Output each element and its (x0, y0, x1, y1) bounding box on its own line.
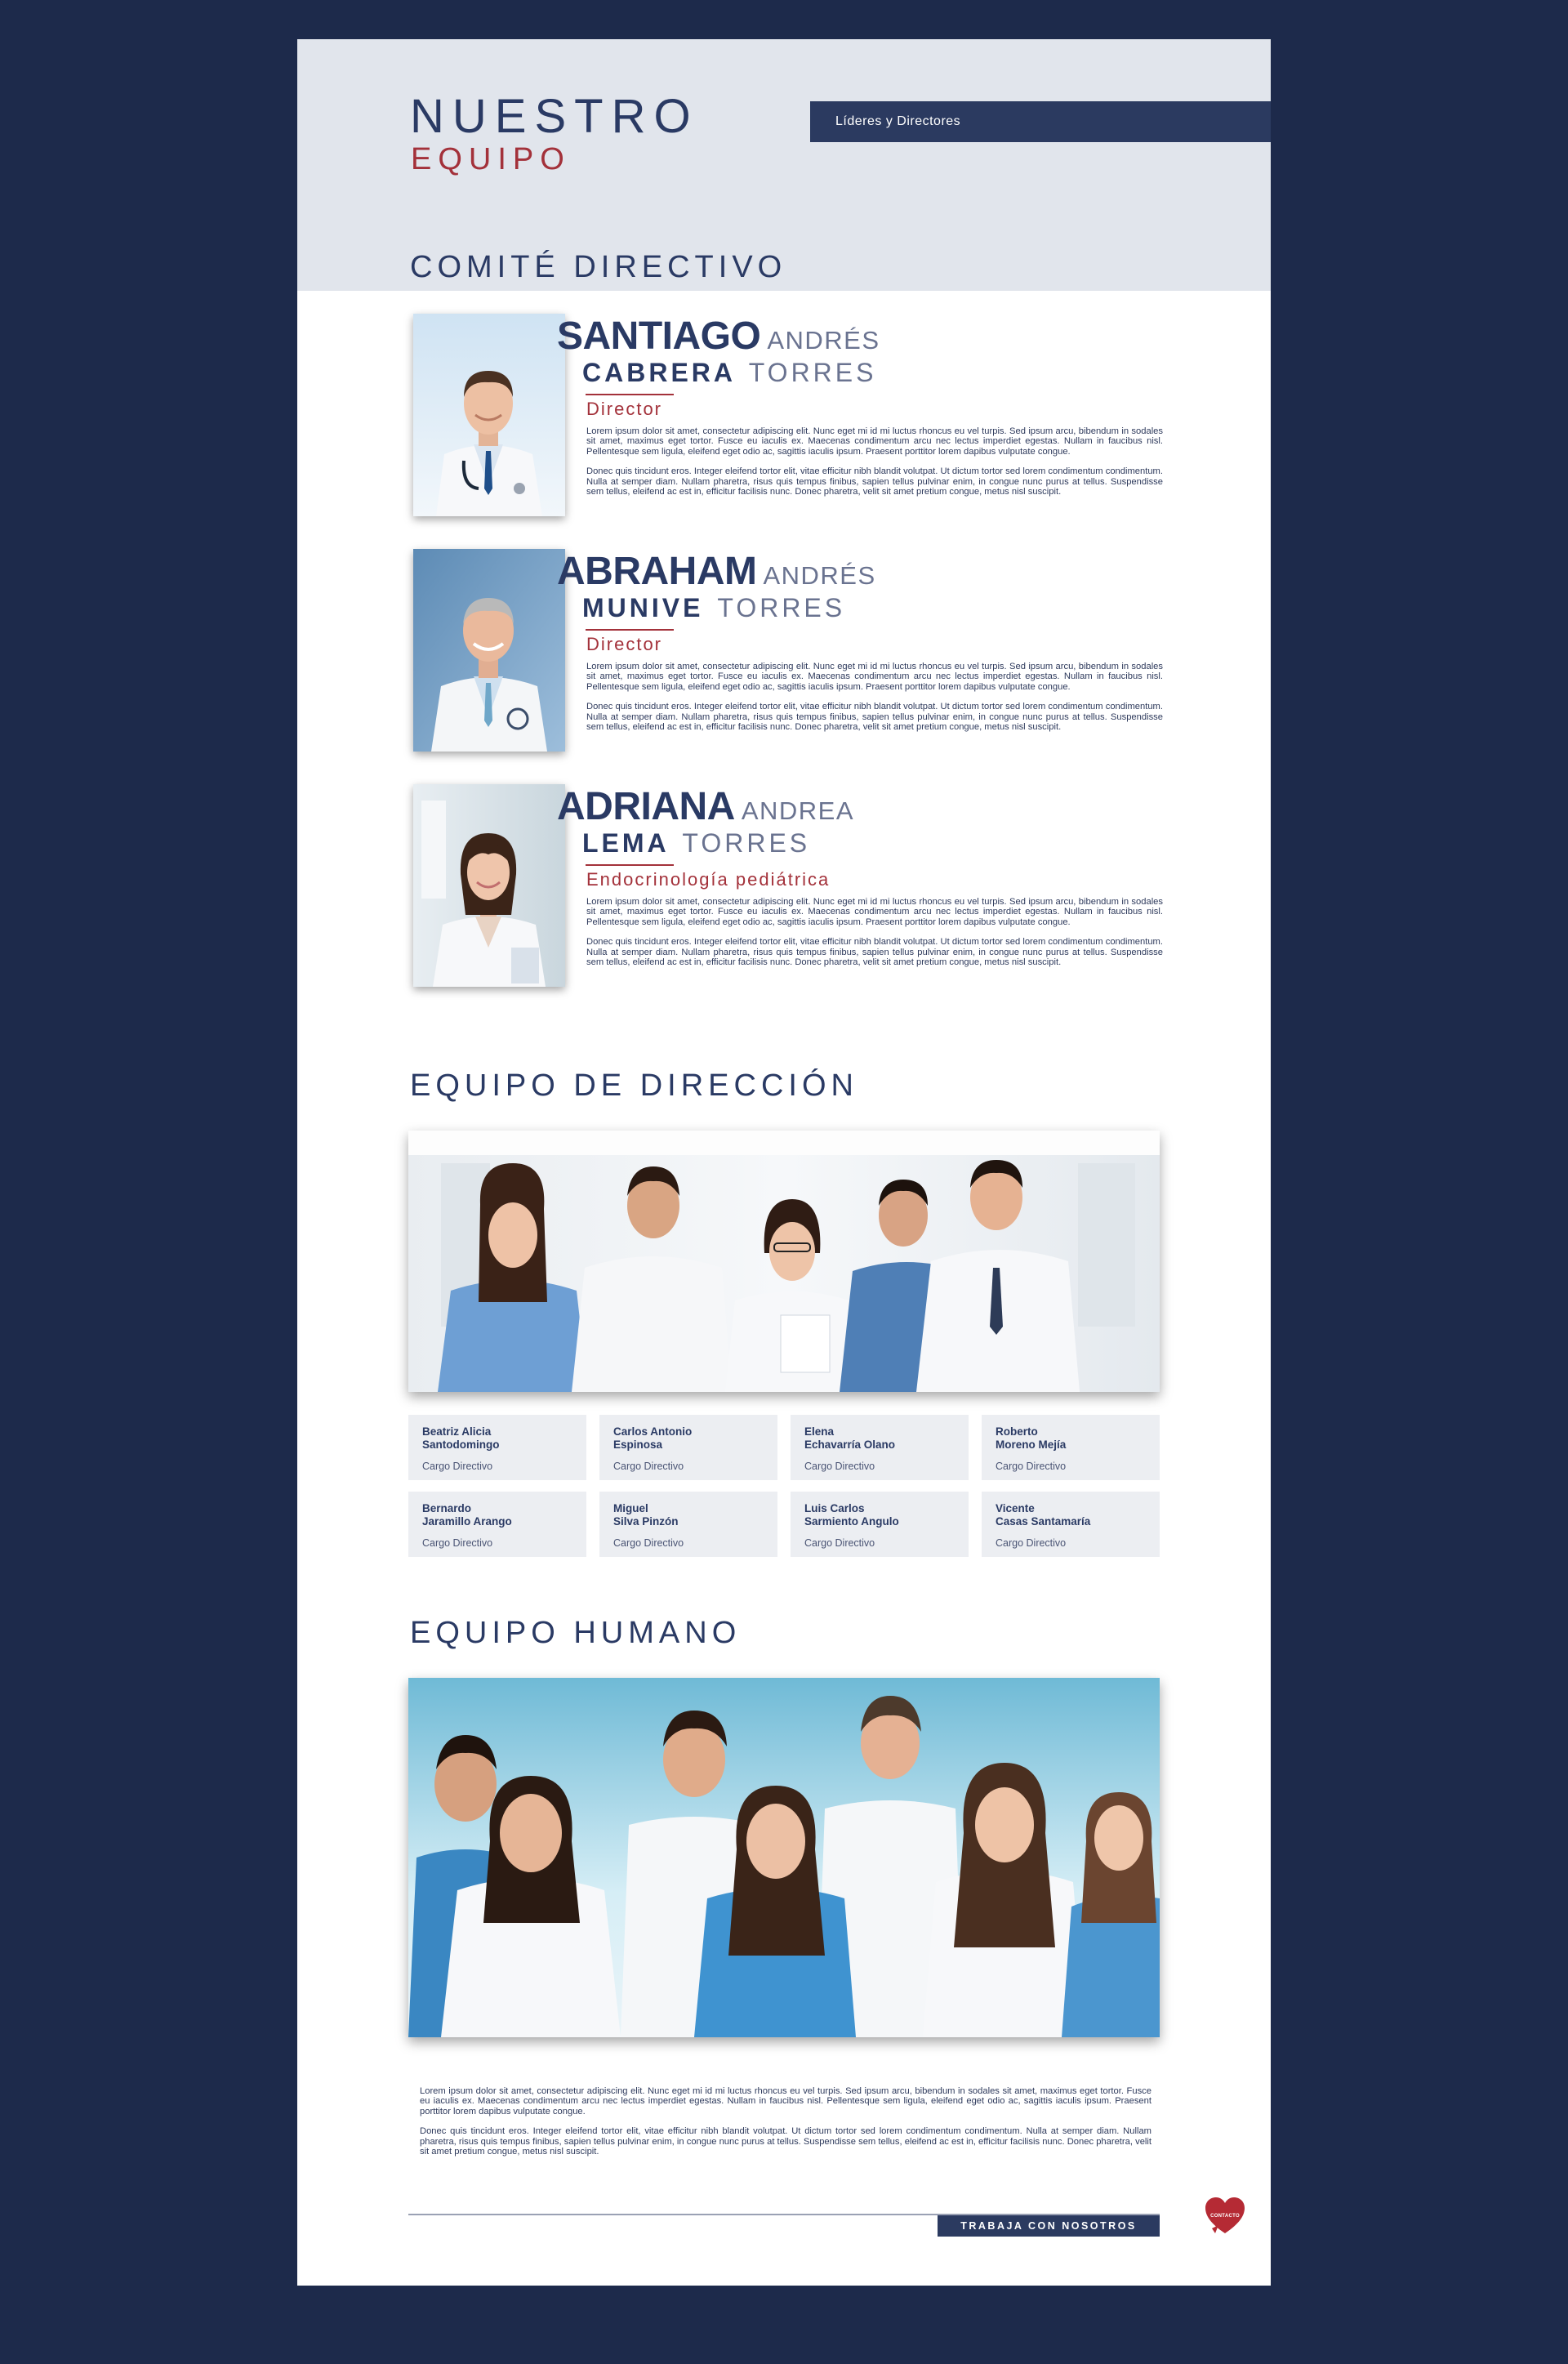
member-bio: Lorem ipsum dolor sit amet, consectetur … (586, 897, 1163, 968)
page-subtitle: EQUIPO (411, 142, 571, 176)
direction-team-photo (408, 1131, 1160, 1392)
role-divider (586, 394, 674, 395)
committee-section-title: COMITÉ DIRECTIVO (410, 250, 787, 284)
human-team-description: Lorem ipsum dolor sit amet, consectetur … (420, 2086, 1152, 2157)
member-surname: MUNIVE TORRES (582, 593, 846, 622)
contact-label[interactable]: CONTACTO (1207, 2214, 1243, 2219)
direction-section-title: EQUIPO DE DIRECCIÓN (410, 1068, 858, 1103)
member-name: ABRAHAM ANDRÉS (557, 550, 876, 593)
work-with-us-button[interactable]: TRABAJA CON NOSOTROS (938, 2215, 1160, 2237)
page-container: NUESTRO EQUIPO Líderes y Directores COMI… (297, 39, 1271, 2286)
human-team-photo (408, 1678, 1160, 2037)
committee-member: SANTIAGO ANDRÉS CABRERA TORRES Director L… (413, 314, 1163, 523)
team-card: Beatriz Alicia Santodomingo Cargo Direct… (408, 1415, 586, 1480)
team-card: Bernardo Jaramillo Arango Cargo Directiv… (408, 1492, 586, 1557)
member-bio: Lorem ipsum dolor sit amet, consectetur … (586, 662, 1163, 733)
member-role: Director (586, 634, 663, 654)
member-name: ADRIANA ANDREA (557, 785, 855, 828)
team-card: Elena Echavarría Olano Cargo Directivo (791, 1415, 969, 1480)
committee-member: ABRAHAM ANDRÉS MUNIVE TORRES Director Lor… (413, 549, 1163, 758)
team-card: Roberto Moreno Mejía Cargo Directivo (982, 1415, 1160, 1480)
role-divider (586, 864, 674, 866)
role-divider (586, 629, 674, 631)
team-card: Miguel Silva Pinzón Cargo Directivo (599, 1492, 777, 1557)
team-card: Luis Carlos Sarmiento Angulo Cargo Direc… (791, 1492, 969, 1557)
page-title: NUESTRO (410, 90, 699, 143)
member-name: SANTIAGO ANDRÉS (557, 314, 880, 358)
direction-team-grid: Beatriz Alicia Santodomingo Cargo Direct… (408, 1415, 1160, 1557)
member-photo (413, 549, 565, 752)
team-card: Vicente Casas Santamaría Cargo Directivo (982, 1492, 1160, 1557)
member-surname: LEMA TORRES (582, 828, 811, 858)
tab-leaders-directors[interactable]: Líderes y Directores (810, 101, 1271, 142)
member-bio: Lorem ipsum dolor sit amet, consectetur … (586, 426, 1163, 497)
team-card: Carlos Antonio Espinosa Cargo Directivo (599, 1415, 777, 1480)
member-role: Director (586, 399, 663, 419)
member-role: Endocrinología pediátrica (586, 869, 831, 890)
member-photo (413, 784, 565, 987)
committee-member: ADRIANA ANDREA LEMA TORRES Endocrinología… (413, 784, 1163, 993)
member-surname: CABRERA TORRES (582, 358, 877, 387)
member-photo (413, 314, 565, 516)
human-section-title: EQUIPO HUMANO (410, 1616, 742, 1650)
